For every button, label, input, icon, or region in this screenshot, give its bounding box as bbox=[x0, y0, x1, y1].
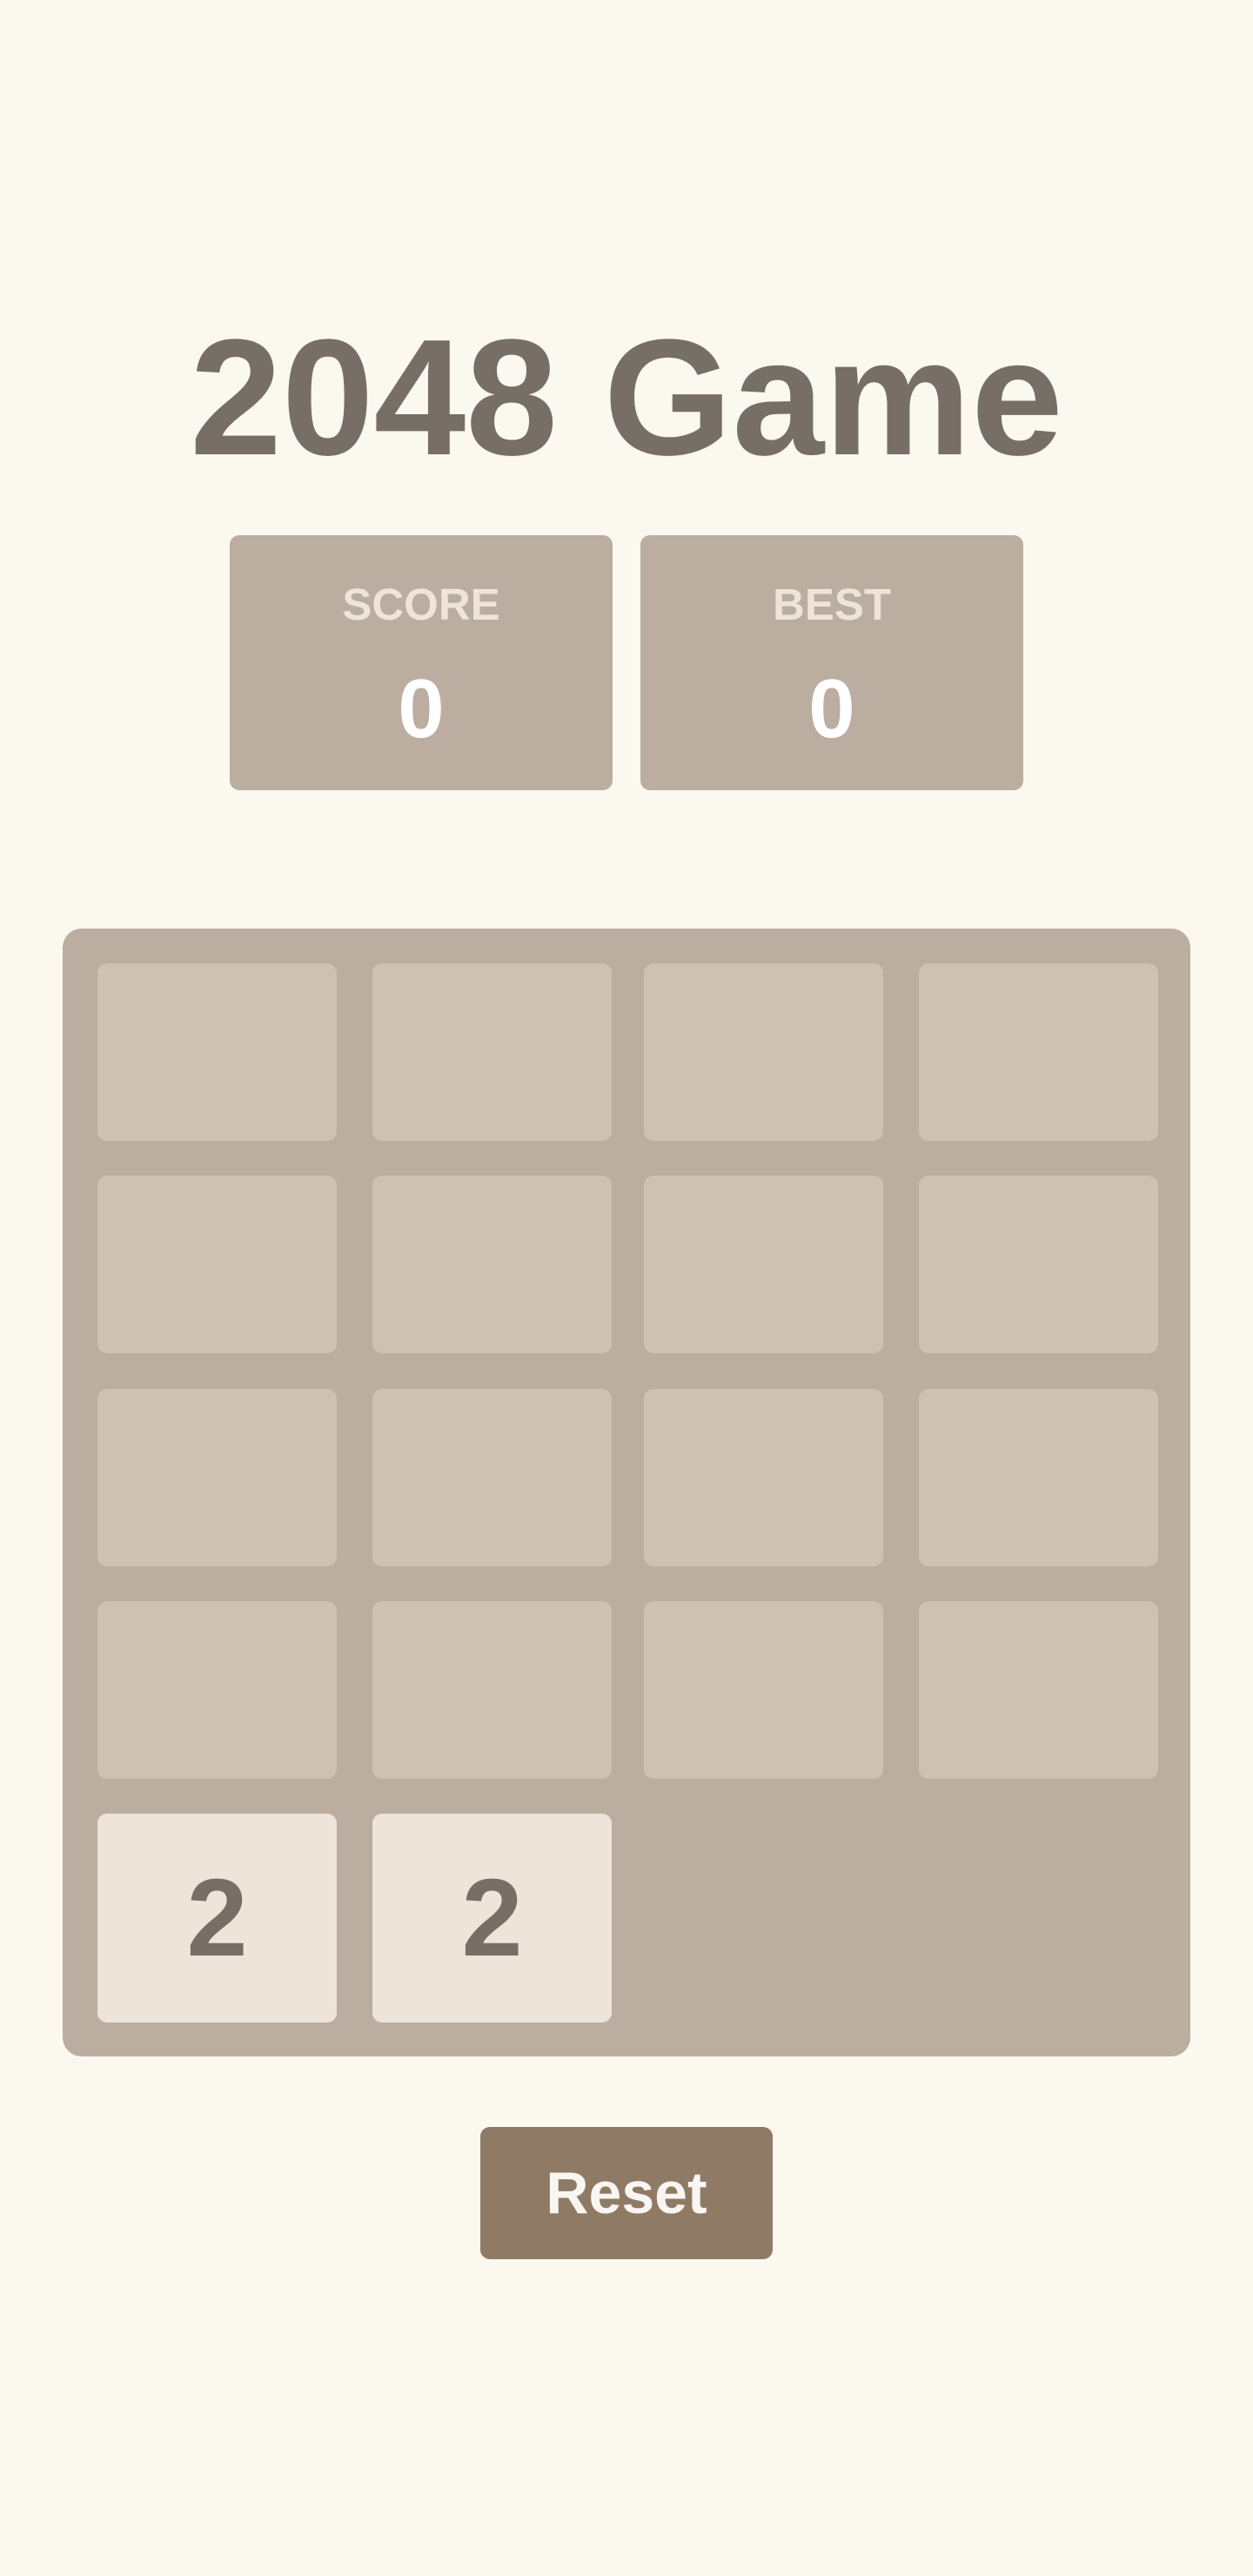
best-score-box: BEST 0 bbox=[640, 535, 1023, 790]
grid-cell bbox=[97, 963, 337, 1141]
grid-cell bbox=[372, 1176, 612, 1353]
grid-cell bbox=[644, 1601, 883, 1779]
tile-2: 2 bbox=[372, 1814, 612, 2023]
best-score-label: BEST bbox=[772, 580, 892, 629]
reset-button[interactable]: Reset bbox=[480, 2127, 773, 2259]
grid-cell bbox=[372, 1389, 612, 1566]
grid-cell bbox=[919, 1601, 1158, 1779]
grid-cell bbox=[644, 963, 883, 1141]
grid-cell bbox=[97, 1389, 337, 1566]
game-board[interactable]: 2 2 bbox=[63, 929, 1190, 2056]
grid-cell bbox=[644, 1176, 883, 1353]
tile-2: 2 bbox=[97, 1814, 337, 2023]
grid-cell bbox=[919, 1176, 1158, 1353]
score-value: 0 bbox=[398, 662, 445, 755]
grid-cell bbox=[97, 1176, 337, 1353]
score-label: SCORE bbox=[342, 580, 500, 629]
page-title: 2048 Game bbox=[190, 305, 1063, 490]
grid-cell bbox=[372, 963, 612, 1141]
grid-cell bbox=[919, 1389, 1158, 1566]
grid-cell bbox=[97, 1601, 337, 1779]
score-box: SCORE 0 bbox=[230, 535, 613, 790]
grid-cell bbox=[372, 1601, 612, 1779]
grid-cell bbox=[644, 1389, 883, 1566]
best-score-value: 0 bbox=[808, 662, 855, 755]
grid-cell bbox=[919, 963, 1158, 1141]
